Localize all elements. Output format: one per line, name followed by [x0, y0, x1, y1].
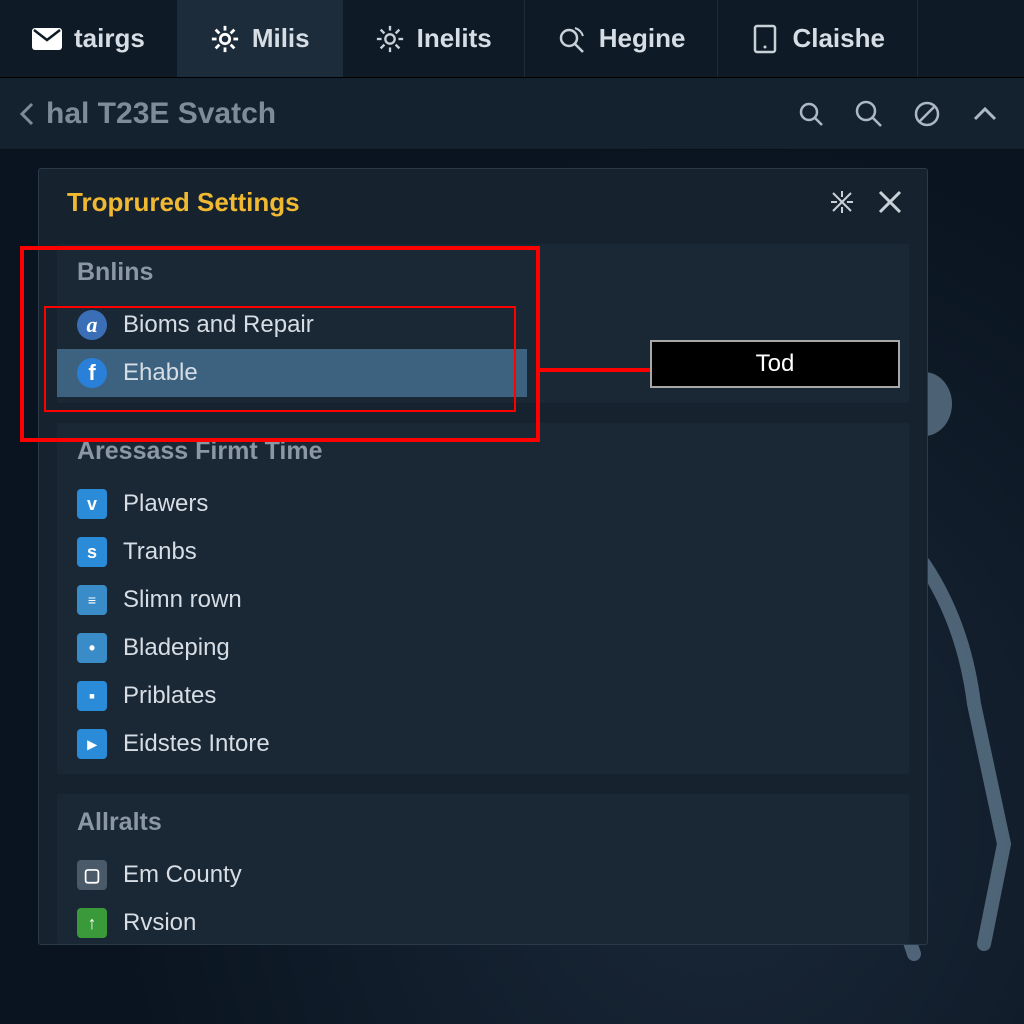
tab-inelits[interactable]: Inelits — [343, 0, 525, 77]
mail-icon — [32, 24, 62, 54]
item-label: Priblates — [123, 682, 216, 710]
item-label: Bladeping — [123, 634, 230, 662]
item-label: Tranbs — [123, 538, 197, 566]
item-eidstes-intore[interactable]: ▸ Eidstes Intore — [57, 720, 909, 768]
item-label: Em County — [123, 861, 242, 889]
breadcrumb-label: hal T23E Svatch — [46, 97, 276, 131]
panel-title: Troprured Settings — [67, 187, 300, 218]
tab-label: Milis — [252, 23, 310, 54]
item-priblates[interactable]: ▪ Priblates — [57, 672, 909, 720]
app-icon: ▢ — [77, 860, 107, 890]
app-icon: ▸ — [77, 729, 107, 759]
gear-outline-icon — [375, 24, 405, 54]
top-nav: tairgs Milis Inelits Hegine Claishe — [0, 0, 1024, 78]
blocked-icon[interactable] — [912, 99, 942, 129]
tab-tairgs[interactable]: tairgs — [0, 0, 178, 77]
item-ehable[interactable]: f Ehable — [57, 349, 527, 397]
tab-milis[interactable]: Milis — [178, 0, 343, 77]
item-bioms-and-repair[interactable]: a Bioms and Repair — [57, 301, 527, 349]
item-label: Slimn rown — [123, 586, 242, 614]
tab-label: Hegine — [599, 23, 686, 54]
item-bladeping[interactable]: • Bladeping — [57, 624, 909, 672]
app-icon: ≡ — [77, 585, 107, 615]
chevron-up-icon[interactable] — [970, 99, 1000, 129]
app-icon: ↑ — [77, 908, 107, 938]
tab-label: tairgs — [74, 23, 145, 54]
search-icon[interactable] — [796, 99, 826, 129]
close-icon[interactable] — [877, 189, 905, 217]
settings-panel: Troprured Settings Bnlins a Bioms and Re… — [38, 168, 928, 945]
app-icon: v — [77, 489, 107, 519]
letter-a-icon: a — [77, 310, 107, 340]
tab-hegine[interactable]: Hegine — [525, 0, 719, 77]
item-tranbs[interactable]: s Tranbs — [57, 528, 909, 576]
item-slimn-rown[interactable]: ≡ Slimn rown — [57, 576, 909, 624]
tod-button-label: Tod — [756, 350, 795, 378]
app-icon: s — [77, 537, 107, 567]
app-icon: ▪ — [77, 681, 107, 711]
tablet-icon — [750, 24, 780, 54]
back-arrow-icon — [18, 102, 36, 126]
breadcrumb-bar: hal T23E Svatch — [0, 78, 1024, 150]
item-em-county[interactable]: ▢ Em County — [57, 851, 909, 899]
tab-label: Claishe — [792, 23, 885, 54]
zoom-icon[interactable] — [854, 99, 884, 129]
item-plawers[interactable]: v Plawers — [57, 480, 909, 528]
section-header: Aressass Firmt Time — [57, 423, 909, 480]
letter-f-icon: f — [77, 358, 107, 388]
gear-icon — [210, 24, 240, 54]
section-allralts: Allralts ▢ Em County ↑ Rvsion — [57, 794, 909, 944]
item-label: Rvsion — [123, 909, 196, 937]
tab-label: Inelits — [417, 23, 492, 54]
app-icon: • — [77, 633, 107, 663]
section-aressass: Aressass Firmt Time v Plawers s Tranbs ≡… — [57, 423, 909, 774]
item-rvsion[interactable]: ↑ Rvsion — [57, 899, 909, 938]
section-header: Allralts — [57, 794, 909, 851]
section-header: Bnlins — [57, 244, 909, 301]
item-label: Plawers — [123, 490, 208, 518]
tab-claishe[interactable]: Claishe — [718, 0, 918, 77]
tod-button[interactable]: Tod — [650, 340, 900, 388]
breadcrumb[interactable]: hal T23E Svatch — [18, 97, 276, 131]
collapse-icon[interactable] — [829, 189, 857, 217]
item-label: Bioms and Repair — [123, 311, 314, 339]
search-signal-icon — [557, 24, 587, 54]
item-label: Eidstes Intore — [123, 730, 270, 758]
item-label: Ehable — [123, 359, 198, 387]
